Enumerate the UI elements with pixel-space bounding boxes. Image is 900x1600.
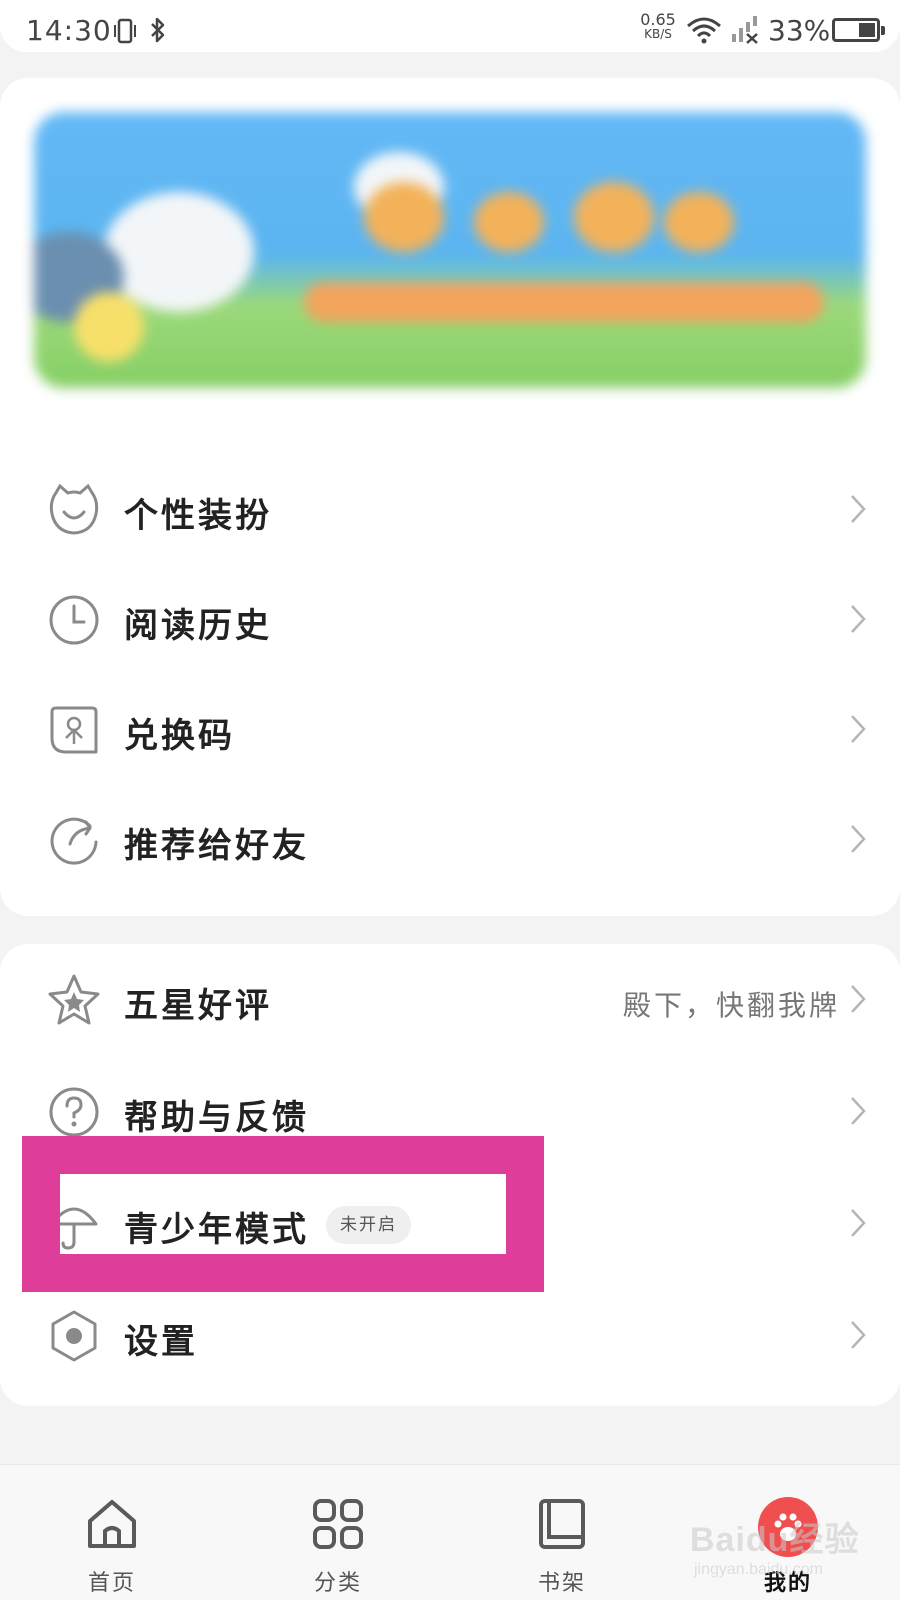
hexagon-settings-icon bbox=[46, 1308, 102, 1364]
highlight-box bbox=[22, 1136, 544, 1292]
menu-label: 兑换码 bbox=[124, 716, 235, 756]
menu-label: 帮助与反馈 bbox=[124, 1098, 309, 1138]
share-arrow-icon bbox=[46, 812, 102, 868]
menu-label: 五星好评 bbox=[124, 986, 272, 1026]
book-icon bbox=[535, 1497, 589, 1551]
menu-item-recommend-friend[interactable]: 推荐给好友 bbox=[0, 784, 900, 896]
chevron-right-icon bbox=[850, 494, 866, 528]
status-bar: 14:30 0.65 KB/S 33% bbox=[0, 0, 900, 52]
status-time: 14:30 bbox=[26, 14, 112, 47]
menu-label: 设置 bbox=[124, 1322, 198, 1362]
menu-card-1: 个性装扮 阅读历史 兑换码 推荐给好友 bbox=[0, 464, 900, 916]
help-circle-icon bbox=[46, 1084, 102, 1140]
cat-face-icon bbox=[46, 482, 102, 538]
rating-hint-text: 殿下，快翻我牌 bbox=[622, 989, 840, 1022]
watermark-sub: jingyan.baidu.com bbox=[694, 1561, 823, 1578]
menu-item-settings[interactable]: 设置 bbox=[0, 1280, 900, 1392]
chevron-right-icon bbox=[850, 984, 866, 1018]
menu-label: 阅读历史 bbox=[124, 606, 272, 646]
menu-item-five-star[interactable]: 五星好评 殿下，快翻我牌 bbox=[0, 944, 900, 1056]
menu-item-dressup[interactable]: 个性装扮 bbox=[0, 454, 900, 566]
bluetooth-icon bbox=[148, 17, 168, 47]
chevron-right-icon bbox=[850, 1208, 866, 1242]
chevron-right-icon bbox=[850, 1320, 866, 1354]
tab-category[interactable]: 分类 bbox=[278, 1465, 398, 1600]
chevron-right-icon bbox=[850, 604, 866, 638]
chevron-right-icon bbox=[850, 824, 866, 858]
battery-percent: 33% bbox=[768, 14, 831, 47]
tab-label: 首页 bbox=[87, 1571, 136, 1596]
watermark: Baidu经验 jingyan.baidu.com bbox=[690, 1512, 859, 1579]
tab-bookshelf[interactable]: 书架 bbox=[502, 1465, 622, 1600]
vibrate-icon bbox=[112, 18, 138, 48]
tab-label: 书架 bbox=[537, 1571, 586, 1596]
star-icon bbox=[46, 972, 102, 1028]
chevron-right-icon bbox=[850, 714, 866, 748]
tab-home[interactable]: 首页 bbox=[52, 1465, 172, 1600]
coupon-icon bbox=[46, 702, 102, 758]
menu-label: 个性装扮 bbox=[124, 496, 272, 536]
promo-banner[interactable] bbox=[34, 112, 866, 388]
network-speed: 0.65 KB/S bbox=[640, 10, 676, 42]
battery-icon bbox=[832, 18, 885, 42]
wifi-icon bbox=[686, 16, 722, 48]
tab-label: 分类 bbox=[313, 1571, 362, 1596]
menu-label: 推荐给好友 bbox=[124, 826, 309, 866]
clock-icon bbox=[46, 592, 102, 648]
signal-icon bbox=[730, 16, 760, 48]
menu-item-history[interactable]: 阅读历史 bbox=[0, 564, 900, 676]
watermark-main: Baidu经验 bbox=[690, 1521, 860, 1559]
menu-item-redeem-code[interactable]: 兑换码 bbox=[0, 674, 900, 786]
home-icon bbox=[85, 1497, 139, 1551]
grid-icon bbox=[311, 1497, 365, 1551]
chevron-right-icon bbox=[850, 1096, 866, 1130]
